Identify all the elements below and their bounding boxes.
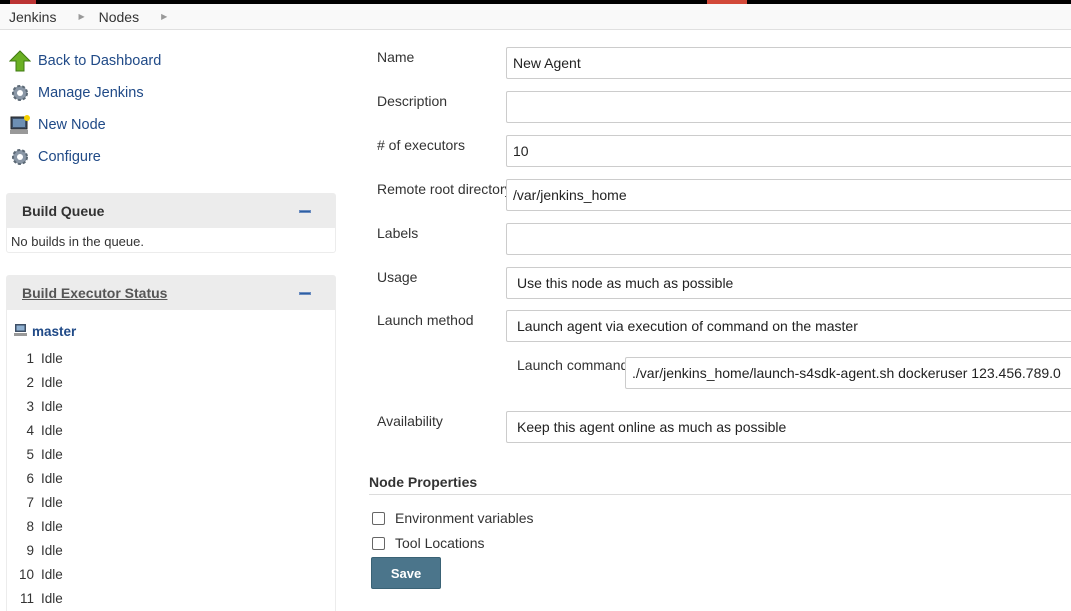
breadcrumb-jenkins[interactable]: Jenkins xyxy=(0,9,56,25)
task-new-node[interactable]: New Node xyxy=(8,109,338,141)
executor-status: Idle xyxy=(41,566,63,582)
gear-icon xyxy=(8,81,32,105)
collapse-icon[interactable] xyxy=(299,209,311,213)
executor-list: 1 Idle 2 Idle 3 Idle 4 Idle 5 Idle 6 Idle 7 Idle 8 Idle… xyxy=(7,346,335,610)
tool-locations-label[interactable]: Tool Locations xyxy=(395,535,485,551)
name-input[interactable] xyxy=(506,47,1071,79)
executor-number: 4 xyxy=(26,422,34,438)
executor-status: Idle xyxy=(41,590,63,606)
executor-row: 9 Idle xyxy=(7,538,335,562)
executor-number: 10 xyxy=(18,566,34,582)
chevron-right-icon[interactable]: ▶ xyxy=(78,12,84,21)
executor-status: Idle xyxy=(41,494,63,510)
executor-row: 4 Idle xyxy=(7,418,335,442)
usage-select[interactable]: Use this node as much as possible xyxy=(506,267,1071,299)
task-label[interactable]: New Node xyxy=(38,117,106,133)
task-label[interactable]: Manage Jenkins xyxy=(38,85,144,101)
remote-root-label: Remote root directory xyxy=(377,181,512,197)
executor-status-title[interactable]: Build Executor Status xyxy=(22,285,167,301)
executor-status: Idle xyxy=(41,374,63,390)
launch-command-label: Launch command xyxy=(517,357,629,373)
executor-status: Idle xyxy=(41,470,63,486)
executor-row: 11 Idle xyxy=(7,586,335,610)
executor-status: Idle xyxy=(41,350,63,366)
usage-selected: Use this node as much as possible xyxy=(517,275,734,291)
launch-method-label: Launch method xyxy=(377,312,474,328)
executor-status: Idle xyxy=(41,542,63,558)
env-variables-option[interactable]: Environment variables xyxy=(372,510,534,526)
save-button[interactable]: Save xyxy=(371,557,441,589)
executor-status: Idle xyxy=(41,422,63,438)
task-label[interactable]: Configure xyxy=(38,149,101,165)
chevron-right-icon[interactable]: ▶ xyxy=(161,12,167,21)
executor-number: 11 xyxy=(19,590,34,606)
build-queue-pane: Build Queue No builds in the queue. xyxy=(6,193,336,253)
breadcrumb-nodes[interactable]: Nodes xyxy=(89,9,139,25)
side-tasks: Back to Dashboard Manage Jenkins New Nod… xyxy=(8,45,338,173)
executor-number: 9 xyxy=(26,542,34,558)
executors-label: # of executors xyxy=(377,137,465,153)
env-variables-checkbox[interactable] xyxy=(372,511,385,525)
executor-number: 8 xyxy=(26,518,34,534)
node-master[interactable]: master xyxy=(14,323,76,340)
build-queue-header: Build Queue xyxy=(7,194,335,228)
executor-row: 7 Idle xyxy=(7,490,335,514)
tool-locations-checkbox[interactable] xyxy=(372,536,385,550)
task-configure[interactable]: Configure xyxy=(8,141,338,173)
description-label: Description xyxy=(377,93,448,109)
task-back-to-dashboard[interactable]: Back to Dashboard xyxy=(8,45,338,77)
executor-row: 10 Idle xyxy=(7,562,335,586)
env-variables-label[interactable]: Environment variables xyxy=(395,510,534,526)
node-master-label[interactable]: master xyxy=(32,324,76,339)
description-input[interactable] xyxy=(506,91,1071,123)
computer-icon xyxy=(8,113,32,137)
build-queue-empty: No builds in the queue. xyxy=(11,234,144,249)
availability-select[interactable]: Keep this agent online as much as possib… xyxy=(506,411,1071,443)
launch-command-input[interactable] xyxy=(625,357,1071,389)
executor-status: Idle xyxy=(41,446,63,462)
executor-status: Idle xyxy=(41,398,63,414)
computer-icon xyxy=(14,323,28,340)
name-label: Name xyxy=(377,49,415,65)
arrow-up-icon xyxy=(8,49,32,73)
availability-selected: Keep this agent online as much as possib… xyxy=(517,419,787,435)
build-executor-status-pane: Build Executor Status master 1 Idle 2 Idle 3… xyxy=(6,275,336,611)
breadcrumb: Jenkins ▶ Nodes ▶ xyxy=(0,4,1071,30)
executor-row: 6 Idle xyxy=(7,466,335,490)
labels-input[interactable] xyxy=(506,223,1071,255)
usage-label: Usage xyxy=(377,269,418,285)
executor-row: 3 Idle xyxy=(7,394,335,418)
executor-row: 5 Idle xyxy=(7,442,335,466)
collapse-icon[interactable] xyxy=(299,291,311,295)
task-manage-jenkins[interactable]: Manage Jenkins xyxy=(8,77,338,109)
executors-input[interactable] xyxy=(506,135,1071,167)
executor-status: Idle xyxy=(41,518,63,534)
executor-status-header: Build Executor Status xyxy=(7,276,335,310)
executor-number: 5 xyxy=(26,446,34,462)
node-properties-title: Node Properties xyxy=(369,474,1071,495)
executor-row: 2 Idle xyxy=(7,370,335,394)
build-queue-title: Build Queue xyxy=(22,203,105,219)
remote-root-input[interactable] xyxy=(506,179,1071,211)
executor-row: 1 Idle xyxy=(7,346,335,370)
executor-number: 3 xyxy=(26,398,34,414)
executor-number: 1 xyxy=(26,350,34,366)
gear-icon xyxy=(8,145,32,169)
launch-method-select[interactable]: Launch agent via execution of command on… xyxy=(506,310,1071,342)
launch-method-selected: Launch agent via execution of command on… xyxy=(517,318,858,334)
executor-number: 6 xyxy=(26,470,34,486)
executor-row: 8 Idle xyxy=(7,514,335,538)
task-label[interactable]: Back to Dashboard xyxy=(38,53,161,69)
availability-label: Availability xyxy=(377,413,443,429)
executor-number: 2 xyxy=(26,374,34,390)
tool-locations-option[interactable]: Tool Locations xyxy=(372,535,485,551)
labels-label: Labels xyxy=(377,225,419,241)
executor-number: 7 xyxy=(26,494,34,510)
